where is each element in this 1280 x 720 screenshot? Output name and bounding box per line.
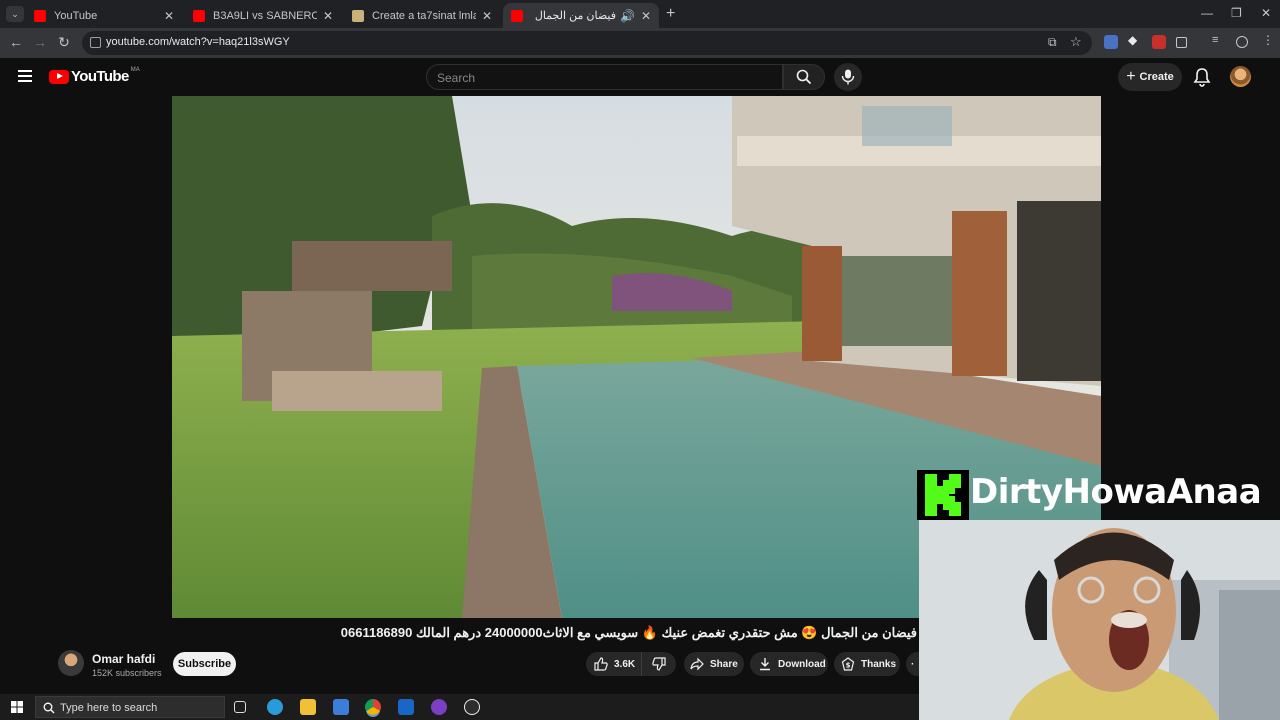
- tab-close-icon[interactable]: ✕: [323, 9, 333, 23]
- restore-icon[interactable]: ❐: [1231, 6, 1242, 20]
- obs-recorder-icon[interactable]: [464, 699, 480, 715]
- translate-extension-icon[interactable]: [1104, 35, 1118, 49]
- youtube-favicon-icon: [193, 9, 205, 22]
- back-icon[interactable]: ←: [7, 34, 25, 50]
- more-actions-button[interactable]: ·: [906, 652, 919, 676]
- channel-name[interactable]: Omar hafdi: [92, 652, 155, 666]
- windows-start-icon[interactable]: [11, 701, 23, 713]
- messenger-app-icon[interactable]: [431, 699, 447, 715]
- store-icon[interactable]: [333, 699, 349, 715]
- close-window-icon[interactable]: ✕: [1261, 6, 1271, 20]
- download-button[interactable]: Download: [750, 652, 828, 676]
- streamer-name: DirtyHowaAnaa: [970, 472, 1262, 512]
- browser-toolbar: ← → ↻ youtube.com/watch?v=haq21l3sWGY ⧉ …: [0, 28, 1280, 58]
- reload-icon[interactable]: ↻: [55, 34, 73, 51]
- kick-k-icon: [925, 474, 961, 516]
- thanks-dollar-icon: $: [841, 657, 855, 671]
- install-app-icon[interactable]: ⧉: [1048, 35, 1057, 50]
- notifications-bell-icon[interactable]: [1193, 67, 1211, 87]
- site-info-icon[interactable]: [90, 37, 101, 48]
- thumbs-down-icon: [652, 657, 666, 671]
- youtube-header: YouTube MA Search + Create: [0, 58, 1280, 96]
- windows-taskbar: Type here to search: [0, 694, 919, 720]
- webcam-frame-image: [919, 520, 1280, 720]
- browser-tab-create[interactable]: Create a ta7sinat lmla7 "haircut ✕: [344, 3, 500, 28]
- bookmark-star-icon[interactable]: ☆: [1070, 34, 1082, 50]
- address-url: youtube.com/watch?v=haq21l3sWGY: [106, 36, 290, 48]
- channel-avatar[interactable]: [58, 650, 84, 676]
- taskbar-search-input[interactable]: Type here to search: [35, 696, 225, 718]
- outlook-icon[interactable]: [398, 699, 414, 715]
- tab-close-icon[interactable]: ✕: [164, 9, 174, 23]
- tab-title: YouTube: [54, 9, 98, 22]
- thumbs-up-icon: [594, 657, 608, 671]
- download-icon: [760, 658, 770, 671]
- country-code: MA: [130, 66, 140, 73]
- taskbar-search-placeholder: Type here to search: [60, 702, 158, 714]
- like-count: 3.6K: [614, 658, 636, 670]
- search-placeholder: Search: [437, 71, 476, 85]
- more-horizontal-icon: ·: [911, 658, 915, 670]
- youtube-play-icon: [49, 69, 69, 84]
- file-explorer-icon[interactable]: [300, 699, 316, 715]
- voice-search-button[interactable]: [834, 63, 862, 91]
- search-button[interactable]: [783, 64, 825, 90]
- youtube-wordmark: YouTube: [71, 68, 129, 85]
- address-bar[interactable]: youtube.com/watch?v=haq21l3sWGY ⧉ ☆: [82, 31, 1092, 55]
- tab-title: ﻓﻴﻀﺎﻥ ﻣﻦ ﺍﻟﺠﻤﺎﻝ 😍 ﻣﺶ ﺣـ: [531, 10, 616, 22]
- tab-search-button[interactable]: ⌄: [6, 6, 24, 22]
- chrome-browser-icon[interactable]: [365, 699, 381, 715]
- forward-icon[interactable]: →: [31, 34, 49, 50]
- share-button[interactable]: Share: [684, 652, 744, 676]
- share-label: Share: [710, 658, 738, 670]
- tab-close-icon[interactable]: ✕: [641, 9, 651, 23]
- svg-text:$: $: [846, 662, 851, 670]
- youtube-favicon-icon: [34, 9, 46, 22]
- account-avatar[interactable]: [1230, 66, 1251, 87]
- microphone-icon: [841, 69, 855, 85]
- profile-icon[interactable]: [1236, 36, 1248, 48]
- speaker-icon[interactable]: 🔊: [620, 9, 635, 23]
- youtube-logo[interactable]: YouTube MA: [49, 66, 140, 85]
- youtube-favicon-icon: [511, 9, 523, 22]
- task-view-icon[interactable]: [234, 701, 246, 713]
- like-button[interactable]: 3.6K: [586, 652, 642, 676]
- red-extension-icon[interactable]: [1152, 35, 1166, 49]
- new-tab-button[interactable]: +: [666, 5, 675, 23]
- search-icon: [43, 702, 55, 714]
- media-controls-icon[interactable]: ≡: [1212, 34, 1226, 48]
- browser-tab-youtube[interactable]: YouTube ✕: [26, 3, 182, 28]
- tab-title: Create a ta7sinat lmla7 "haircut: [372, 9, 476, 22]
- browser-tab-current-video[interactable]: ﻓﻴﻀﺎﻥ ﻣﻦ ﺍﻟﺠﻤﺎﻝ 😍 ﻣﺶ ﺣـ 🔊 ✕: [503, 3, 659, 28]
- browser-tab-b3a9li[interactable]: B3A9LI vs SABNERO : ﺝﻭ ﻟﻸﺣﺪﺍﺙ ✕: [185, 3, 341, 28]
- diamond-extension-icon[interactable]: ◆: [1128, 33, 1142, 47]
- tab-close-icon[interactable]: ✕: [482, 9, 492, 23]
- create-button[interactable]: + Create: [1118, 63, 1182, 91]
- tab-title: B3A9LI vs SABNERO : ﺝﻭ ﻟﻸﺣﺪﺍﺙ: [213, 10, 317, 22]
- document-favicon-icon: [352, 9, 364, 22]
- browser-tab-strip: ⌄ YouTube ✕ B3A9LI vs SABNERO : ﺝﻭ ﻟﻸﺣﺪﺍ…: [0, 0, 1280, 28]
- search-icon: [796, 69, 812, 85]
- thanks-button[interactable]: $ Thanks: [834, 652, 900, 676]
- menu-kebab-icon[interactable]: ⋮: [1262, 33, 1276, 47]
- edge-browser-icon[interactable]: [267, 699, 283, 715]
- plus-icon: +: [1126, 68, 1136, 85]
- search-input[interactable]: Search: [426, 64, 783, 90]
- kick-logo: [917, 470, 969, 520]
- streamer-webcam: [919, 520, 1280, 720]
- thanks-label: Thanks: [861, 658, 897, 670]
- create-label: Create: [1139, 71, 1174, 83]
- subscriber-count: 152K subscribers: [92, 668, 162, 678]
- extensions-puzzle-icon[interactable]: [1176, 37, 1187, 48]
- like-dislike-group: 3.6K: [586, 652, 676, 676]
- dislike-button[interactable]: [642, 652, 676, 676]
- subscribe-button[interactable]: Subscribe: [173, 652, 236, 676]
- share-arrow-icon: [690, 657, 704, 671]
- minimize-icon[interactable]: —: [1201, 6, 1213, 20]
- video-title: فيضان من الجمال 😍 مش حتقدري تغمض عنيك 🔥 …: [340, 625, 917, 640]
- download-label: Download: [778, 658, 826, 670]
- hamburger-menu-icon[interactable]: [18, 70, 32, 82]
